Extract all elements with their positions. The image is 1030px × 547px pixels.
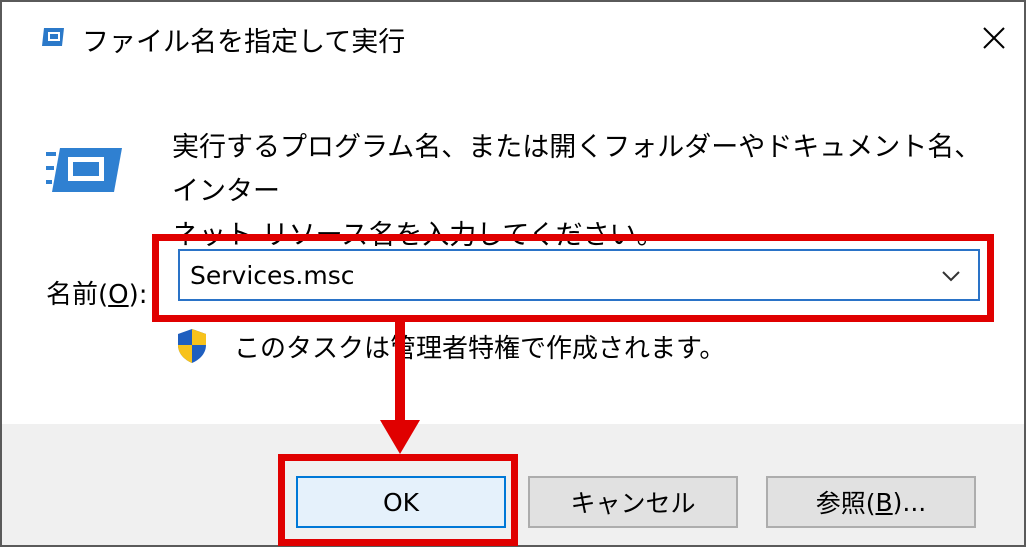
annotation-arrow-head — [380, 420, 420, 454]
close-icon — [983, 27, 1005, 49]
window-title: ファイル名を指定して実行 — [82, 27, 406, 58]
run-dialog: ファイル名を指定して実行 実行するプログラム名、または開くフォルダーやドキュメン… — [0, 0, 1026, 547]
browse-label-suffix: )... — [892, 487, 927, 517]
browse-label-prefix: 参照( — [815, 489, 876, 518]
browse-label-accel: B — [875, 487, 893, 517]
title-bar: ファイル名を指定して実行 — [2, 2, 1024, 74]
name-label-accel: O — [108, 280, 129, 310]
run-dialog-icon — [42, 28, 64, 46]
chevron-down-icon[interactable] — [940, 265, 962, 287]
run-dialog-icon — [46, 148, 122, 192]
cancel-button[interactable]: キャンセル — [528, 476, 738, 528]
uac-shield-icon — [178, 329, 206, 363]
name-label-prefix: 名前( — [46, 280, 109, 310]
description-text: 実行するプログラム名、または開くフォルダーやドキュメント名、インター ネット リ… — [172, 132, 982, 251]
ok-button[interactable]: OK — [296, 476, 506, 528]
admin-notice: このタスクは管理者特権で作成されます。 — [234, 334, 726, 364]
dialog-content: 実行するプログラム名、または開くフォルダーやドキュメント名、インター ネット リ… — [2, 74, 1024, 424]
name-label-suffix: ): — [128, 280, 148, 310]
name-combobox[interactable]: Services.msc — [178, 249, 980, 301]
name-label: 名前(O): — [46, 274, 148, 311]
browse-button[interactable]: 参照(B)... — [766, 476, 976, 528]
close-button[interactable] — [964, 2, 1024, 74]
button-bar: OK キャンセル 参照(B)... — [2, 424, 1024, 545]
name-input[interactable]: Services.msc — [190, 261, 355, 290]
annotation-arrow-shaft — [395, 320, 405, 422]
